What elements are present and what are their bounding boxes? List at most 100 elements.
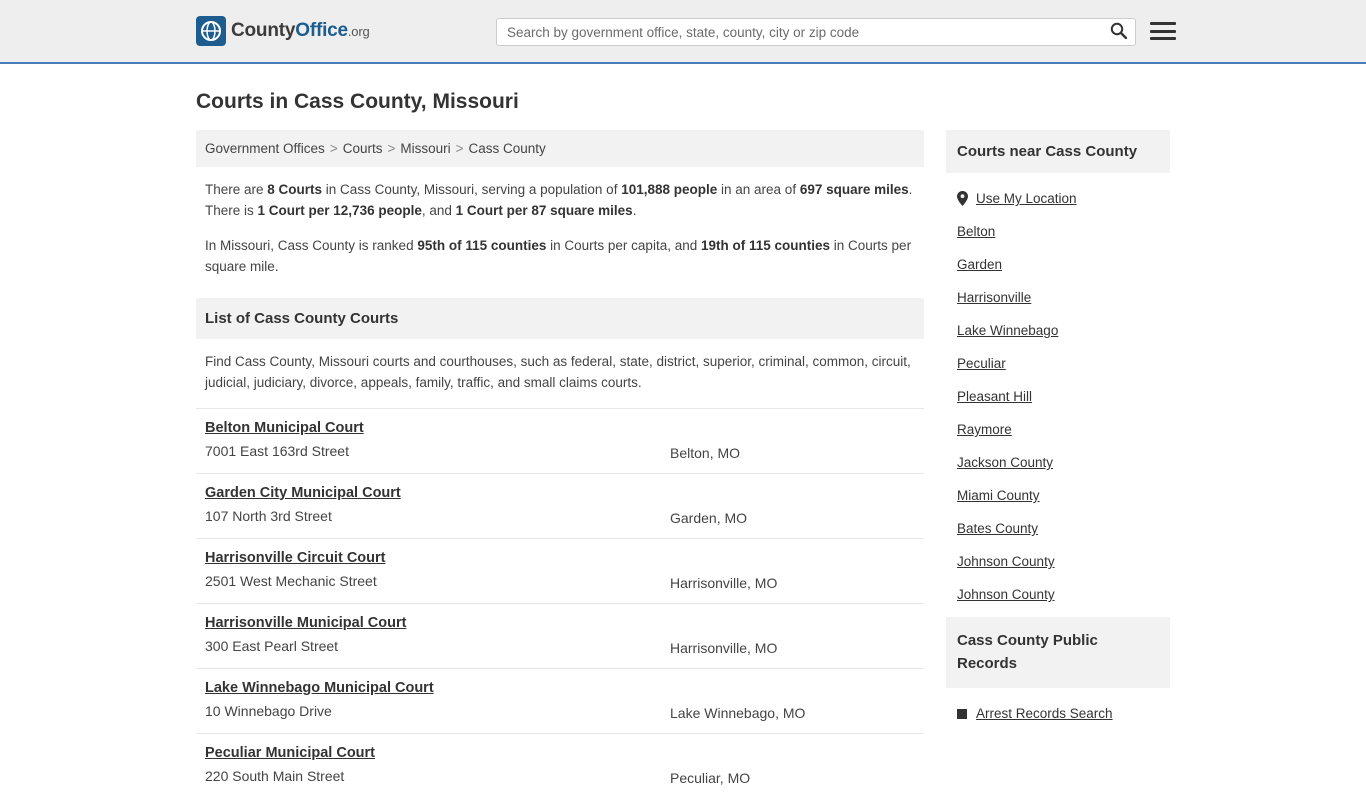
sidebar-nearby-heading: Courts near Cass County [946, 130, 1170, 173]
intro-paragraph-2: In Missouri, Cass County is ranked 95th … [205, 236, 915, 278]
site-header: CountyOffice.org [0, 0, 1366, 64]
breadcrumb-separator: > [387, 141, 396, 156]
intro-p1-t5: 697 square miles [799, 182, 909, 197]
logo-text-org: .org [347, 24, 370, 39]
court-info: Lake Winnebago Municipal Court 10 Winneb… [205, 679, 670, 719]
search-button[interactable] [1101, 19, 1135, 45]
logo-text-office: Office [295, 20, 348, 41]
sidebar-item-jackson-county[interactable]: Jackson County [946, 446, 1170, 479]
sidebar-link[interactable]: Johnson County [957, 554, 1055, 569]
intro-p1-t4: in an area of [717, 182, 800, 197]
sidebar-item-johnson-county-2[interactable]: Johnson County [946, 578, 1170, 611]
breadcrumb-separator: > [329, 141, 338, 156]
sidebar-item-johnson-county[interactable]: Johnson County [946, 545, 1170, 578]
search-bar[interactable] [496, 18, 1136, 46]
court-info: Peculiar Municipal Court 220 South Main … [205, 744, 670, 784]
court-address: 107 North 3rd Street [205, 507, 332, 524]
sidebar-link[interactable]: Johnson County [957, 587, 1055, 602]
logo-text: CountyOffice.org [231, 20, 370, 42]
court-city: Harrisonville, MO [670, 574, 778, 591]
table-row: Garden City Municipal Court 107 North 3r… [196, 472, 924, 538]
breadcrumb-separator: > [455, 141, 464, 156]
sidebar-link[interactable]: Bates County [957, 521, 1038, 536]
court-name-link[interactable]: Belton Municipal Court [205, 420, 364, 436]
court-city: Harrisonville, MO [670, 639, 778, 656]
sidebar-link[interactable]: Lake Winnebago [957, 323, 1058, 338]
table-row: Harrisonville Municipal Court 300 East P… [196, 602, 924, 668]
intro-p1-t8: , and [421, 202, 456, 218]
breadcrumb-item-courts[interactable]: Courts [343, 141, 383, 156]
court-name-link[interactable]: Garden City Municipal Court [205, 485, 401, 501]
sidebar-link[interactable]: Belton [957, 224, 995, 239]
intro-p2-t0: In Missouri, Cass County is ranked [205, 237, 418, 253]
intro-p1-t9: 1 Court per 87 square miles [455, 202, 633, 218]
sidebar-item-peculiar[interactable]: Peculiar [946, 347, 1170, 380]
sidebar-item-miami-county[interactable]: Miami County [946, 479, 1170, 512]
table-row: Harrisonville Circuit Court 2501 West Me… [196, 537, 924, 603]
sidebar-item-pleasant-hill[interactable]: Pleasant Hill [946, 380, 1170, 413]
sidebar-item-lake-winnebago[interactable]: Lake Winnebago [946, 314, 1170, 347]
sidebar: Courts near Cass County Use My Location … [946, 130, 1170, 736]
content-area: Government Offices > Courts > Missouri > Cass … [196, 130, 1170, 798]
court-city: Belton, MO [670, 444, 741, 461]
sidebar-link[interactable]: Miami County [957, 488, 1040, 503]
use-my-location-link[interactable]: Use My Location [976, 191, 1077, 206]
sidebar-link[interactable]: Raymore [957, 422, 1012, 437]
intro-p1-t1: 8 Courts [267, 182, 323, 197]
intro-p1-t2: in Cass County, Missouri, serving a popu… [322, 182, 622, 197]
globe-icon [196, 16, 226, 46]
map-pin-icon [957, 191, 968, 206]
sidebar-item-raymore[interactable]: Raymore [946, 413, 1170, 446]
court-info: Belton Municipal Court 7001 East 163rd S… [205, 419, 670, 459]
breadcrumb-item-cass-county[interactable]: Cass County [469, 141, 546, 156]
table-row: Belton Municipal Court 7001 East 163rd S… [196, 407, 924, 473]
breadcrumb-item-missouri[interactable]: Missouri [400, 141, 450, 156]
court-address: 7001 East 163rd Street [205, 442, 349, 459]
search-input[interactable] [497, 19, 1101, 45]
sidebar-item-belton[interactable]: Belton [946, 215, 1170, 248]
table-row: Peculiar Municipal Court 220 South Main … [196, 732, 924, 798]
sidebar-item-bates-county[interactable]: Bates County [946, 512, 1170, 545]
search-icon [1110, 22, 1127, 42]
intro-p1-t7: 1 Court per 12,736 people [257, 202, 422, 218]
breadcrumb-item-government-offices[interactable]: Government Offices [205, 141, 325, 156]
sidebar-link[interactable]: Peculiar [957, 356, 1006, 371]
sidebar-link[interactable]: Arrest Records Search [976, 706, 1113, 721]
site-logo[interactable]: CountyOffice.org [196, 16, 370, 46]
intro-p1-t10: . [632, 202, 637, 218]
breadcrumb: Government Offices > Courts > Missouri > Cass … [196, 130, 924, 167]
court-city: Peculiar, MO [670, 769, 751, 786]
court-address: 2501 West Mechanic Street [205, 572, 377, 589]
court-name-link[interactable]: Harrisonville Circuit Court [205, 550, 385, 566]
page-container: Courts in Cass County, Missouri Governme… [0, 90, 1366, 798]
court-name-link[interactable]: Lake Winnebago Municipal Court [205, 680, 434, 696]
sidebar-nearby-list: Use My Location Belton Garden Harrisonvi… [946, 173, 1170, 617]
intro-p2-t2: in Courts per capita, and [546, 237, 701, 253]
court-info: Harrisonville Circuit Court 2501 West Me… [205, 549, 670, 589]
hamburger-menu-icon[interactable] [1150, 19, 1176, 43]
sidebar-public-records-list: Arrest Records Search [946, 688, 1170, 736]
list-section-description: Find Cass County, Missouri courts and co… [205, 353, 911, 390]
sidebar-item-harrisonville[interactable]: Harrisonville [946, 281, 1170, 314]
table-row: Lake Winnebago Municipal Court 10 Winneb… [196, 667, 924, 733]
list-section-heading: List of Cass County Courts [196, 297, 924, 339]
court-address: 220 South Main Street [205, 767, 345, 784]
main-column: Government Offices > Courts > Missouri > Cass … [196, 130, 924, 798]
intro-p2-t1: 95th of 115 counties [417, 237, 547, 253]
sidebar-item-garden[interactable]: Garden [946, 248, 1170, 281]
sidebar-public-records-heading: Cass County Public Records [946, 617, 1170, 688]
intro-p1-t0: There are [205, 182, 268, 197]
logo-text-county: County [231, 20, 296, 41]
court-name-link[interactable]: Harrisonville Municipal Court [205, 615, 406, 631]
sidebar-link[interactable]: Harrisonville [957, 290, 1031, 305]
intro-p2-t3: 19th of 115 counties [700, 237, 831, 253]
sidebar-item-arrest-records-search[interactable]: Arrest Records Search [946, 697, 1170, 730]
court-info: Harrisonville Municipal Court 300 East P… [205, 614, 670, 654]
sidebar-link[interactable]: Garden [957, 257, 1002, 272]
sidebar-link[interactable]: Jackson County [957, 455, 1053, 470]
court-address: 300 East Pearl Street [205, 637, 339, 654]
square-bullet-icon [957, 708, 967, 719]
sidebar-link[interactable]: Pleasant Hill [957, 389, 1032, 404]
sidebar-item-use-my-location[interactable]: Use My Location [946, 182, 1170, 215]
court-name-link[interactable]: Peculiar Municipal Court [205, 745, 375, 761]
